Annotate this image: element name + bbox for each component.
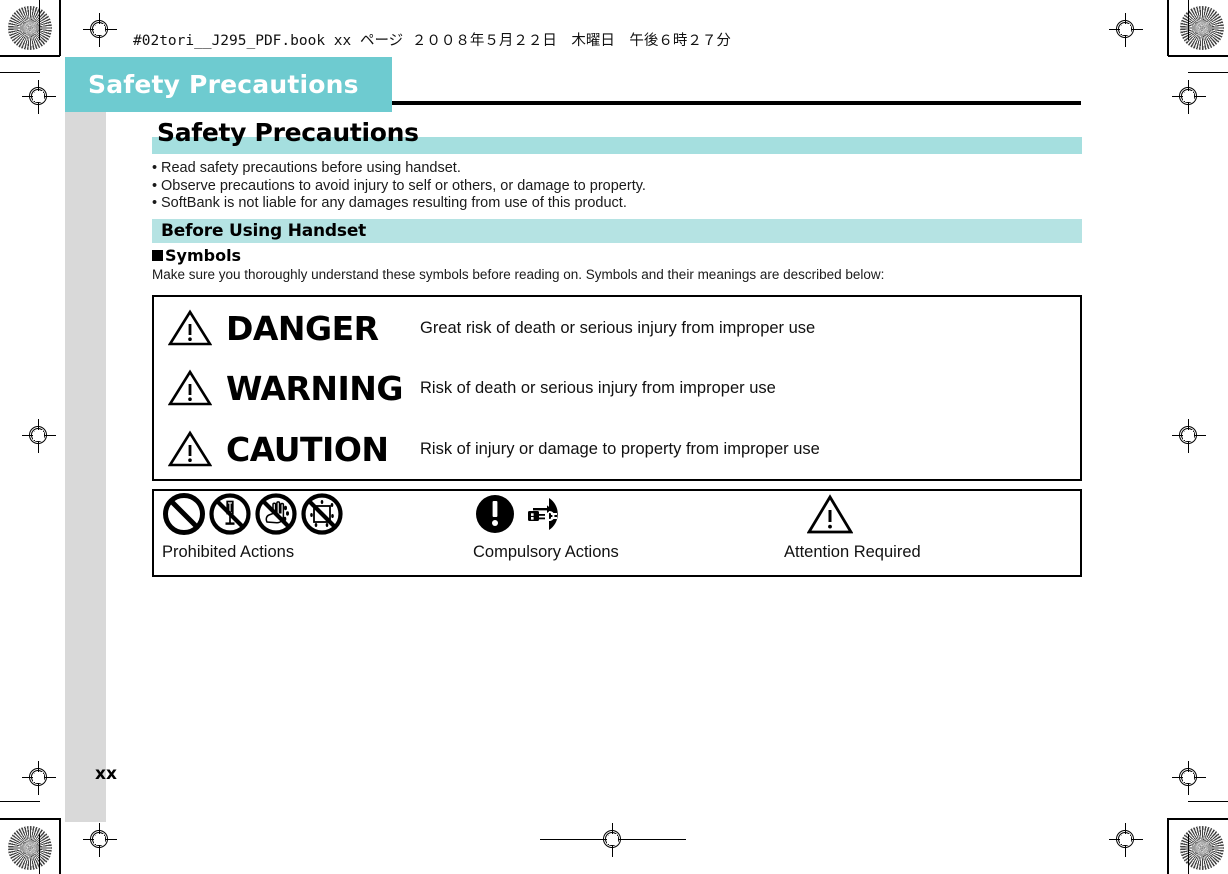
warning-triangle-icon (154, 430, 226, 468)
subsection-lead-text: Make sure you thoroughly understand thes… (152, 267, 885, 282)
intro-bullet-list: • Read safety precautions before using ha… (152, 160, 1082, 213)
crop-line-inner-vert-r (1188, 0, 1189, 40)
prohibited-disassembly-icon (208, 492, 252, 541)
crop-line-bot-inner (0, 801, 40, 802)
chapter-tab-label: Safety Precautions (88, 70, 359, 99)
warning-triangle-icon (154, 309, 226, 347)
list-item: • Observe precautions to avoid injury to … (152, 178, 1082, 195)
symbol-group-icons (473, 495, 619, 541)
table-row: WARNING Risk of death or serious injury … (154, 357, 1080, 419)
symbol-legend-box: Prohibited Actions Compulsory Actions At… (152, 489, 1082, 577)
registration-mark-right-upper (1172, 80, 1206, 114)
page-title-block: Safety Precautions (152, 118, 1082, 154)
crop-line-inner-vert-lb (39, 834, 40, 874)
list-item-label: Observe precautions to avoid injury to s… (161, 177, 646, 194)
crop-line-bot-inner-r (1188, 801, 1228, 802)
severity-level-name: DANGER (226, 308, 379, 348)
bullet-icon: • (152, 160, 158, 176)
crop-line-top-outer (0, 55, 60, 57)
filled-square-icon (152, 250, 163, 261)
severity-level-description: Risk of injury or damage to property fro… (420, 439, 820, 458)
list-item: • Read safety precautions before using ha… (152, 160, 1082, 177)
severity-level-description: Great risk of death or serious injury fr… (420, 318, 816, 337)
registration-mark-bottom-right (1109, 823, 1143, 857)
page-title: Safety Precautions (157, 118, 419, 147)
section-header-band: Before Using Handset (152, 219, 1082, 243)
crop-line-bottom-outer (0, 818, 60, 820)
subsection-heading: Symbols (152, 246, 241, 265)
severity-level-name: CAUTION (226, 429, 389, 469)
severity-level-description: Risk of death or serious injury from imp… (420, 378, 776, 397)
symbol-group-caption: Compulsory Actions (473, 543, 619, 561)
starburst-mark-bottom-left (8, 826, 52, 870)
severity-levels-box: DANGER Great risk of death or serious in… (152, 295, 1082, 481)
starburst-mark-top-right (1180, 6, 1224, 50)
crop-line-bottom-outer-r (1168, 818, 1228, 820)
symbol-group-compulsory: Compulsory Actions (473, 495, 619, 562)
bullet-icon: • (152, 177, 158, 194)
registration-mark-left-upper (22, 80, 56, 114)
compulsory-general-icon (473, 492, 517, 541)
registration-mark-right-lower (1172, 761, 1206, 795)
severity-level-name: WARNING (226, 368, 403, 408)
prohibited-general-icon (162, 492, 206, 541)
section-header-label: Before Using Handset (161, 221, 367, 241)
prohibited-water-icon (300, 492, 344, 541)
registration-mark-left-lower (22, 761, 56, 795)
registration-mark-top-right (1109, 13, 1143, 47)
list-item-label: Read safety precautions before using han… (161, 160, 461, 176)
crop-line-inner-vert-rb (1188, 834, 1189, 874)
list-item-label: SoftBank is not liable for any damages r… (161, 195, 627, 211)
crop-line-top-inner (0, 72, 40, 73)
symbol-group-caption: Attention Required (784, 543, 921, 561)
registration-mark-bottom-left (83, 823, 117, 857)
starburst-mark-bottom-right (1180, 826, 1224, 870)
symbol-group-prohibited: Prohibited Actions (162, 493, 344, 562)
list-item: • SoftBank is not liable for any damages … (152, 195, 1082, 212)
chapter-sidebar-strip (65, 110, 106, 822)
prohibited-wet-hands-icon (254, 492, 298, 541)
crop-line-right-vert (1167, 0, 1169, 56)
symbol-group-icons (162, 493, 344, 541)
table-row: DANGER Great risk of death or serious in… (154, 297, 1080, 359)
registration-mark-right-middle (1172, 419, 1206, 453)
symbol-group-caption: Prohibited Actions (162, 543, 295, 561)
registration-mark-bottom-center (596, 823, 630, 857)
bullet-icon: • (152, 195, 158, 211)
crop-line-left-vert (59, 0, 61, 56)
registration-mark-left-middle (22, 419, 56, 453)
crop-line-right-vert-b (1167, 818, 1169, 874)
crop-line-inner-vert-l (39, 0, 40, 40)
symbol-group-attention: Attention Required (784, 494, 921, 562)
chapter-tab: Safety Precautions (65, 57, 392, 112)
crop-tick-bottom-center-right (630, 839, 686, 840)
table-row: CAUTION Risk of injury or damage to prop… (154, 418, 1080, 480)
symbol-group-icons (784, 494, 921, 541)
crop-line-top-outer-r (1168, 55, 1228, 57)
compulsory-unplug-icon (519, 492, 569, 541)
warning-triangle-icon (154, 369, 226, 407)
print-header-text: #02tori__J295_PDF.book xx ページ ２００８年５月２２日… (133, 33, 731, 49)
registration-mark-top-left (83, 13, 117, 47)
attention-triangle-icon (806, 494, 854, 541)
subsection-heading-label: Symbols (165, 246, 242, 265)
crop-tick-bottom-center-left (540, 839, 596, 840)
starburst-mark-top-left (8, 6, 52, 50)
page-number: xx (95, 764, 117, 784)
crop-line-left-vert-b (59, 818, 61, 874)
crop-line-top-inner-r (1188, 72, 1228, 73)
